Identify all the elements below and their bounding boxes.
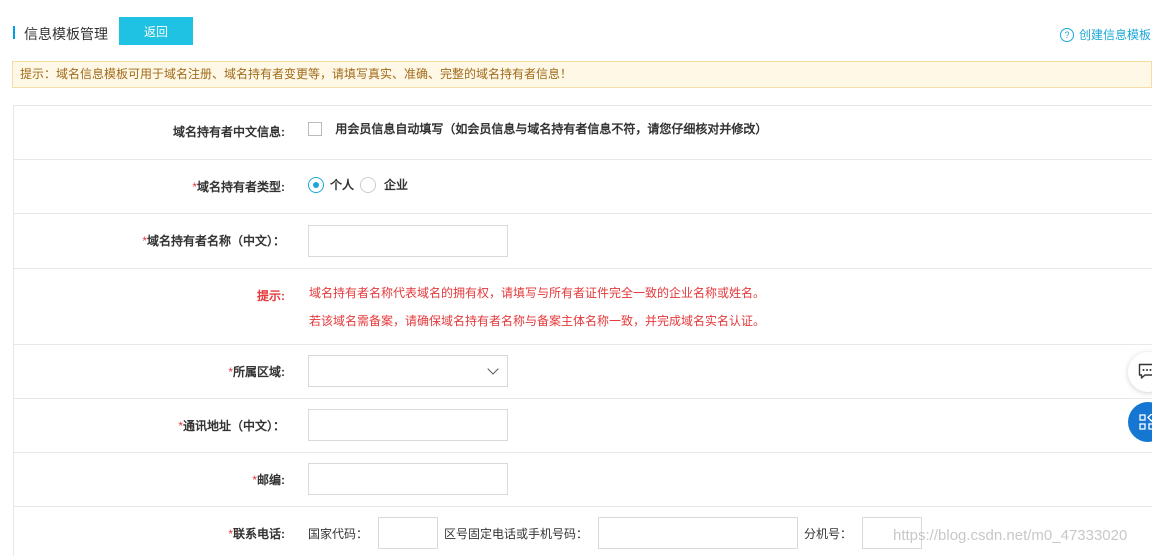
- region-label: 所属区域:: [233, 365, 285, 379]
- hint-line-2: 若该域名需备案，请确保域名持有者名称与备案主体名称一致，并完成域名实名认证。: [309, 314, 766, 328]
- template-form: 域名持有者中文信息: 用会员信息自动填写（如会员信息与域名持有者信息不符，请您仔…: [13, 105, 1152, 556]
- form-row-postcode: *邮编:: [14, 453, 1152, 507]
- phone-label: 联系电话:: [233, 527, 285, 541]
- region-select[interactable]: [308, 355, 508, 387]
- autofill-checkbox-label[interactable]: 用会员信息自动填写（如会员信息与域名持有者信息不符，请您仔细核对并修改）: [335, 122, 767, 136]
- postcode-row-label: *邮编:: [252, 471, 285, 488]
- autofill-row-label: 域名持有者中文信息:: [173, 123, 285, 140]
- address-input[interactable]: [308, 409, 508, 441]
- form-row-autofill: 域名持有者中文信息: 用会员信息自动填写（如会员信息与域名持有者信息不符，请您仔…: [14, 106, 1152, 160]
- form-row-hint: 提示: 域名持有者名称代表域名的拥有权，请填写与所有者证件完全一致的企业名称或姓…: [14, 269, 1152, 345]
- region-row-label: *所属区域:: [228, 363, 285, 380]
- phone-number-input[interactable]: [598, 517, 799, 549]
- owner-name-input[interactable]: [308, 225, 508, 257]
- country-code-label: 国家代码：: [308, 526, 369, 541]
- page-title: 信息模板管理: [24, 26, 108, 42]
- phone-field-group: 国家代码： 区号固定电话或手机号码： 分机号：: [308, 517, 923, 549]
- address-row-label: *通讯地址（中文）：: [178, 417, 285, 434]
- tip-banner: 提示：域名信息模板可用于域名注册、域名持有者变更等，请填写真实、准确、完整的域名…: [12, 61, 1152, 88]
- chat-bubble-icon: [1138, 363, 1152, 379]
- country-code-input[interactable]: [378, 517, 439, 549]
- page: 信息模板管理 返回 ? 创建信息模板 提示：域名信息模板可用于域名注册、域名持有…: [0, 0, 1152, 556]
- address-field-wrap: [308, 409, 508, 441]
- extension-label: 分机号：: [804, 526, 853, 541]
- create-template-label: 创建信息模板: [1079, 28, 1152, 42]
- owner-type-row-label: *域名持有者类型:: [192, 178, 285, 195]
- owner-type-radio-group: 个人 企业: [308, 176, 414, 193]
- form-row-owner-name: *域名持有者名称（中文）：: [14, 214, 1152, 269]
- postcode-label: 邮编:: [257, 473, 285, 487]
- page-header: 信息模板管理 返回 ? 创建信息模板: [0, 0, 1152, 60]
- title-accent-bar: [13, 26, 15, 39]
- radio-enterprise-label[interactable]: 企业: [384, 176, 408, 193]
- hint-line-1: 域名持有者名称代表域名的拥有权，请填写与所有者证件完全一致的企业名称或姓名。: [309, 286, 766, 300]
- owner-name-row-label: *域名持有者名称（中文）：: [142, 232, 285, 249]
- form-row-owner-type: *域名持有者类型: 个人 企业: [14, 160, 1152, 214]
- radio-individual[interactable]: [308, 176, 324, 193]
- hint-label: 提示:: [257, 289, 285, 303]
- autofill-field: 用会员信息自动填写（如会员信息与域名持有者信息不符，请您仔细核对并修改）: [308, 120, 767, 137]
- owner-name-field-wrap: [308, 225, 508, 257]
- radio-individual-label[interactable]: 个人: [330, 176, 354, 193]
- create-template-link[interactable]: ? 创建信息模板: [1060, 26, 1151, 43]
- postcode-field-wrap: [308, 463, 508, 495]
- watermark: https://blog.csdn.net/m0_47333020: [893, 527, 1128, 544]
- postcode-input[interactable]: [308, 463, 508, 495]
- autofill-label: 域名持有者中文信息:: [173, 125, 285, 139]
- owner-name-label: 域名持有者名称（中文）：: [146, 234, 285, 248]
- owner-type-label: 域名持有者类型:: [197, 180, 285, 194]
- form-row-region: *所属区域:: [14, 345, 1152, 399]
- radio-enterprise[interactable]: [360, 176, 377, 193]
- autofill-checkbox[interactable]: [308, 121, 322, 136]
- apps-grid-icon: [1139, 414, 1152, 430]
- phone-row-label: *联系电话:: [228, 525, 285, 542]
- phone-number-label: 区号固定电话或手机号码：: [444, 526, 589, 541]
- help-circle-icon: ?: [1060, 27, 1074, 42]
- form-row-address: *通讯地址（中文）：: [14, 399, 1152, 453]
- region-field-wrap: [308, 355, 508, 387]
- chevron-down-icon: [487, 363, 499, 375]
- address-label: 通讯地址（中文）：: [182, 419, 285, 433]
- back-button[interactable]: 返回: [119, 17, 193, 45]
